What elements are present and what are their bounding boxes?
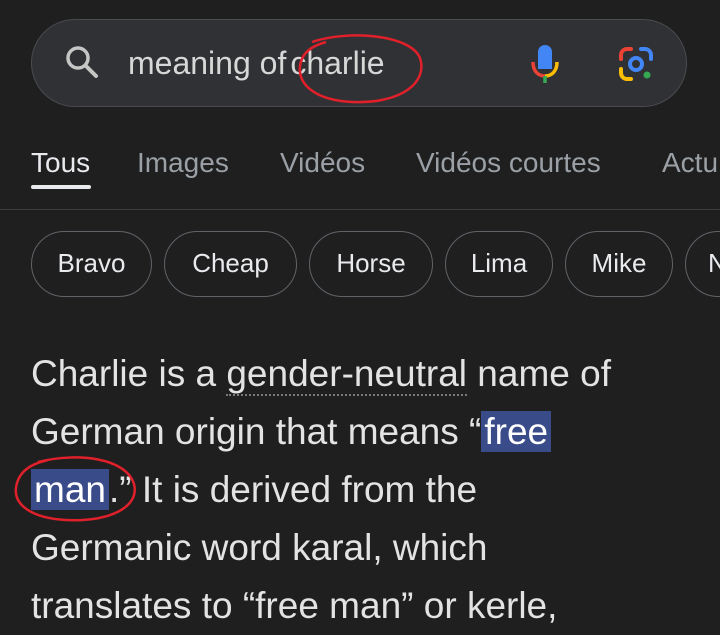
answer-text: .” It is derived from the xyxy=(108,469,478,510)
answer-text: name of xyxy=(467,353,612,394)
answer-line-4: Germanic word karal, which xyxy=(31,527,488,568)
google-lens-icon[interactable] xyxy=(618,46,654,82)
answer-text: German origin that means “ xyxy=(31,411,482,452)
search-tabs: Tous Images Vidéos Vidéos courtes Actu xyxy=(0,135,720,210)
highlight-free: free xyxy=(481,411,552,452)
highlight-man: man xyxy=(31,469,109,510)
chip-cheap[interactable]: Cheap xyxy=(164,231,297,297)
chip-horse[interactable]: Horse xyxy=(309,231,433,297)
chip-mike[interactable]: Mike xyxy=(565,231,673,297)
answer-line-1: Charlie is a gender-neutral name of xyxy=(31,345,711,403)
tab-videos-courtes[interactable]: Vidéos courtes xyxy=(416,147,601,179)
search-icon[interactable] xyxy=(64,44,100,80)
answer-line-5: translates to “free man” or kerle, xyxy=(31,585,558,626)
answer-line-3: man.” It is derived from the xyxy=(31,461,711,519)
active-tab-indicator xyxy=(31,185,91,189)
tab-actu[interactable]: Actu xyxy=(662,147,718,179)
mic-icon[interactable] xyxy=(531,44,559,84)
tab-videos[interactable]: Vidéos xyxy=(280,147,365,179)
tab-images[interactable]: Images xyxy=(137,147,229,179)
answer-snippet: Charlie is a gender-neutral name of Germ… xyxy=(31,345,711,635)
gender-neutral-definition-link[interactable]: gender-neutral xyxy=(226,353,468,396)
query-highlight: charlie xyxy=(290,45,385,81)
tab-tous[interactable]: Tous xyxy=(31,147,90,179)
search-input[interactable]: meaning of charlie xyxy=(128,43,385,83)
query-prefix: meaning of xyxy=(128,45,287,81)
chip-n[interactable]: N xyxy=(685,231,720,297)
chip-bravo[interactable]: Bravo xyxy=(31,231,152,297)
answer-text: Charlie is a xyxy=(31,353,227,394)
answer-line-2: German origin that means “free xyxy=(31,403,711,461)
chip-lima[interactable]: Lima xyxy=(445,231,553,297)
